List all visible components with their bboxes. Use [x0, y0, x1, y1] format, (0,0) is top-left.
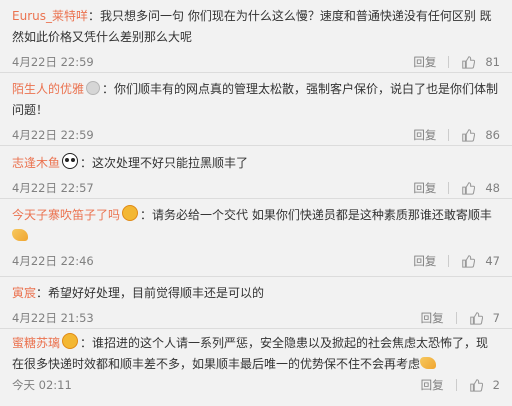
- comment-meta: 4月22日 22:46 回复 47: [12, 251, 500, 271]
- comment-item: 志逢木鱼 ：这次处理不好只能拉黑顺丰了 4月22日 22:57 回复 48: [0, 153, 512, 198]
- comment-username[interactable]: Eurus_莱特咩: [12, 9, 88, 23]
- reply-button[interactable]: 回复: [421, 310, 444, 326]
- comment-meta: 4月22日 22:59 回复 86: [12, 125, 500, 145]
- comment-item: Eurus_莱特咩：我只想多问一句 你们现在为什么这么慢？速度和普通快递没有任何…: [0, 6, 512, 72]
- reply-button[interactable]: 回复: [413, 54, 436, 70]
- comment-body: 请务必给一个交代 如果你们快递员都是这种素质那谁还敢寄顺丰: [152, 208, 492, 222]
- comment-time: 4月22日 22:59: [12, 55, 94, 69]
- action-divider: [448, 129, 450, 141]
- reply-button[interactable]: 回复: [413, 253, 436, 269]
- comment-list: Eurus_莱特咩：我只想多问一句 你们现在为什么这么慢？速度和普通快递没有任何…: [0, 0, 512, 406]
- comment-username[interactable]: 寅宸: [12, 286, 36, 300]
- like-button[interactable]: 2: [469, 378, 500, 392]
- like-button[interactable]: 81: [461, 55, 500, 69]
- comment-meta: 4月22日 21:53 回复 7: [12, 308, 500, 328]
- action-divider: [448, 182, 450, 194]
- reply-button[interactable]: 回复: [413, 127, 436, 143]
- divider: [0, 145, 512, 146]
- colon: ：: [80, 156, 93, 170]
- comment-text: 陌生人的优雅 ：你们顺丰有的网点真的管理太松散，强制客户保价，说白了也是你们体制问…: [12, 79, 500, 121]
- comment-text: 今天子寨吹笛子了吗 ：请务必给一个交代 如果你们快递员都是这种素质那谁还敢寄顺丰: [12, 205, 500, 247]
- comment-actions: 回复 7: [421, 308, 500, 328]
- like-count: 47: [485, 254, 500, 268]
- divider: [0, 198, 512, 199]
- action-divider: [455, 379, 457, 391]
- like-button[interactable]: 86: [461, 128, 500, 142]
- comment-body: 你们顺丰有的网点真的管理太松散，强制客户保价，说白了也是你们体制问题！: [12, 82, 499, 117]
- colon: ：: [87, 9, 100, 23]
- comment-item: 寅宸：希望好好处理，目前觉得顺丰还是可以的 4月22日 21:53 回复 7: [0, 283, 512, 328]
- comment-body: 这次处理不好只能拉黑顺丰了: [92, 156, 249, 170]
- comment-text: Eurus_莱特咩：我只想多问一句 你们现在为什么这么慢？速度和普通快递没有任何…: [12, 6, 500, 48]
- divider: [0, 328, 512, 329]
- gold-badge-icon: [122, 205, 139, 221]
- colon: ：: [80, 336, 93, 350]
- clapping-hands-emoji: [420, 357, 437, 369]
- comment-time: 4月22日 21:53: [12, 311, 94, 325]
- like-count: 2: [492, 378, 500, 392]
- comment-text: 志逢木鱼 ：这次处理不好只能拉黑顺丰了: [12, 153, 500, 174]
- thumbs-up-icon: [462, 129, 476, 142]
- divider: [0, 72, 512, 73]
- comment-actions: 回复 81: [413, 52, 500, 72]
- comment-meta: 4月22日 22:59 回复 81: [12, 52, 500, 72]
- comment-time: 4月22日 22:59: [12, 128, 94, 142]
- comment-body: 希望好好处理，目前觉得顺丰还是可以的: [48, 286, 265, 300]
- colon: ：: [140, 208, 153, 222]
- comment-username[interactable]: 蜜糖苏璃: [12, 336, 60, 350]
- like-button[interactable]: 7: [469, 311, 500, 325]
- comment-actions: 回复 2: [421, 375, 500, 395]
- like-count: 48: [485, 181, 500, 195]
- comment-username[interactable]: 陌生人的优雅: [12, 82, 84, 96]
- comment-username[interactable]: 今天子寨吹笛子了吗: [12, 208, 120, 222]
- like-count: 7: [492, 311, 500, 325]
- comment-time: 今天 02:11: [12, 378, 72, 392]
- thumbs-up-icon: [469, 312, 483, 325]
- comment-item: 蜜糖苏璃 ：谁招进的这个人请一系列严惩，安全隐患以及掀起的社会焦虑太恐怖了，现在很…: [0, 333, 512, 395]
- member-badge-icon: [86, 81, 101, 95]
- comment-actions: 回复 86: [413, 125, 500, 145]
- like-button[interactable]: 47: [461, 254, 500, 268]
- comment-actions: 回复 47: [413, 251, 500, 271]
- like-button[interactable]: 48: [461, 181, 500, 195]
- reply-button[interactable]: 回复: [421, 377, 444, 393]
- comment-item: 陌生人的优雅 ：你们顺丰有的网点真的管理太松散，强制客户保价，说白了也是你们体制问…: [0, 79, 512, 145]
- comment-text: 蜜糖苏璃 ：谁招进的这个人请一系列严惩，安全隐患以及掀起的社会焦虑太恐怖了，现在很…: [12, 333, 500, 375]
- action-divider: [448, 56, 450, 68]
- comment-username[interactable]: 志逢木鱼: [12, 156, 60, 170]
- like-count: 81: [485, 55, 500, 69]
- thumbs-up-icon: [462, 255, 476, 268]
- thumbs-up-icon: [469, 379, 483, 392]
- panda-badge-icon: [62, 153, 79, 169]
- colon: ：: [36, 286, 49, 300]
- colon: ：: [102, 82, 115, 96]
- comment-meta: 4月22日 22:57 回复 48: [12, 178, 500, 198]
- action-divider: [455, 312, 457, 324]
- comment-meta: 今天 02:11 回复 2: [12, 375, 500, 395]
- divider: [0, 276, 512, 277]
- thumbs-up-icon: [462, 182, 476, 195]
- like-count: 86: [485, 128, 500, 142]
- comment-time: 4月22日 22:57: [12, 181, 94, 195]
- comment-item: 今天子寨吹笛子了吗 ：请务必给一个交代 如果你们快递员都是这种素质那谁还敢寄顺丰 …: [0, 205, 512, 271]
- action-divider: [448, 255, 450, 267]
- comment-text: 寅宸：希望好好处理，目前觉得顺丰还是可以的: [12, 283, 500, 304]
- comment-actions: 回复 48: [413, 178, 500, 198]
- comment-time: 4月22日 22:46: [12, 254, 94, 268]
- reply-button[interactable]: 回复: [413, 180, 436, 196]
- thumbs-up-icon: [462, 56, 476, 69]
- clapping-hands-emoji: [12, 229, 28, 241]
- gold-badge-icon: [62, 333, 79, 349]
